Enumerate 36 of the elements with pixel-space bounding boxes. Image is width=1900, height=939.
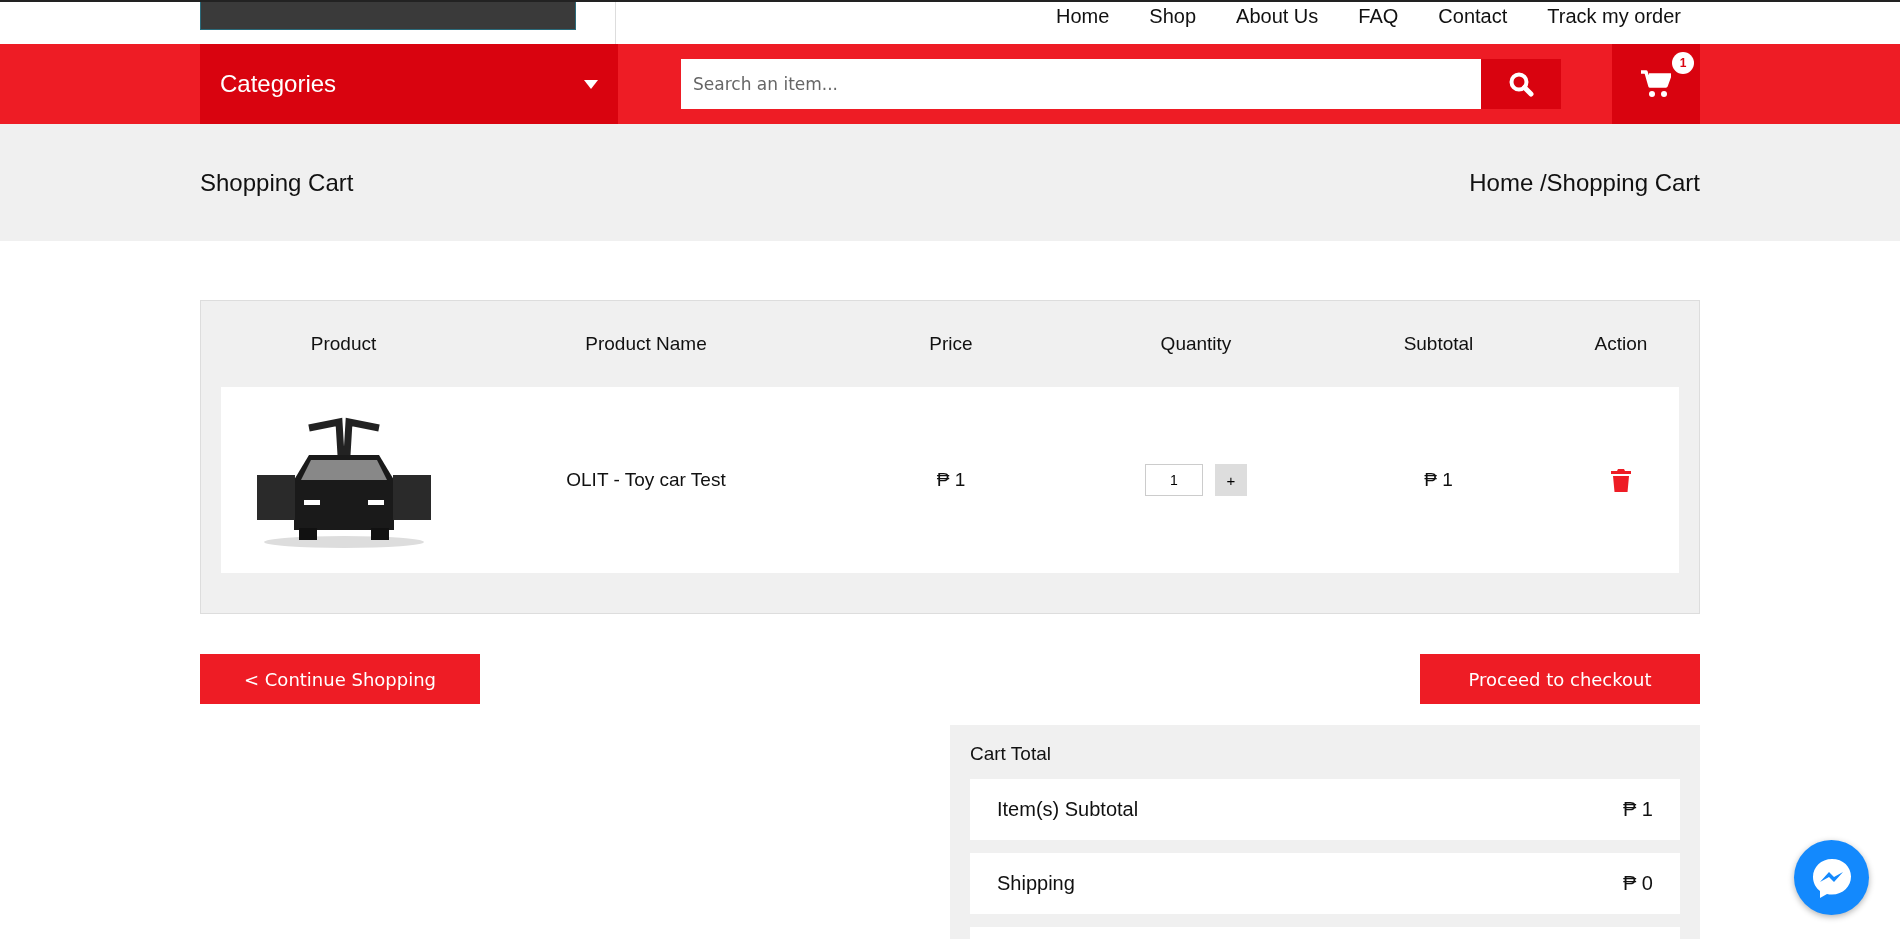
column-header: Action [1593, 333, 1649, 355]
column-header: Quantity [1159, 333, 1233, 355]
price: ₱ 1 [935, 469, 967, 491]
search-icon [1508, 71, 1534, 97]
nav-link[interactable]: Contact [1438, 5, 1508, 44]
cart-total-title: Cart Total [970, 743, 1052, 765]
nav-link[interactable]: Shop [1149, 5, 1197, 44]
categories-dropdown[interactable]: Categories [200, 44, 618, 124]
messenger-chat-button[interactable] [1794, 840, 1869, 915]
nav-link[interactable]: FAQ [1358, 5, 1399, 44]
column-header: Product [309, 333, 378, 355]
page-title: Shopping Cart [200, 168, 354, 197]
cart-button[interactable]: 1 [1612, 44, 1700, 124]
total-label: Item(s) Subtotal [997, 798, 1139, 821]
total-label: Shipping [997, 872, 1075, 895]
nav-link[interactable]: Home [1055, 5, 1110, 44]
product-name: OLIT - Toy car Test [565, 469, 727, 491]
breadcrumb: Home /Shopping Cart [1469, 168, 1700, 197]
subtotal: ₱ 1 [1423, 469, 1454, 491]
nav-link[interactable]: Track my order [1547, 5, 1681, 44]
nav-link[interactable]: About Us [1236, 5, 1319, 44]
caret-icon [584, 79, 598, 89]
cart-count-badge: 1 [1672, 52, 1694, 74]
search-button[interactable] [1481, 59, 1561, 109]
increase-button[interactable]: + [1215, 464, 1247, 496]
column-header: Price [928, 333, 974, 355]
checkout-button[interactable]: Proceed to checkout [1420, 654, 1700, 704]
trash-icon[interactable] [1611, 468, 1631, 492]
total-value: ₱ 0 [1622, 872, 1653, 895]
column-header: Subtotal [1402, 333, 1475, 355]
continue-shopping-button[interactable]: < Continue Shopping [200, 654, 480, 704]
cart-icon [1641, 70, 1671, 98]
total-value: ₱ 1 [1622, 798, 1653, 821]
search-field[interactable]: Search an item... [681, 59, 1481, 109]
column-header: Product Name [584, 333, 708, 355]
quantity-field[interactable]: 1 [1145, 464, 1203, 496]
